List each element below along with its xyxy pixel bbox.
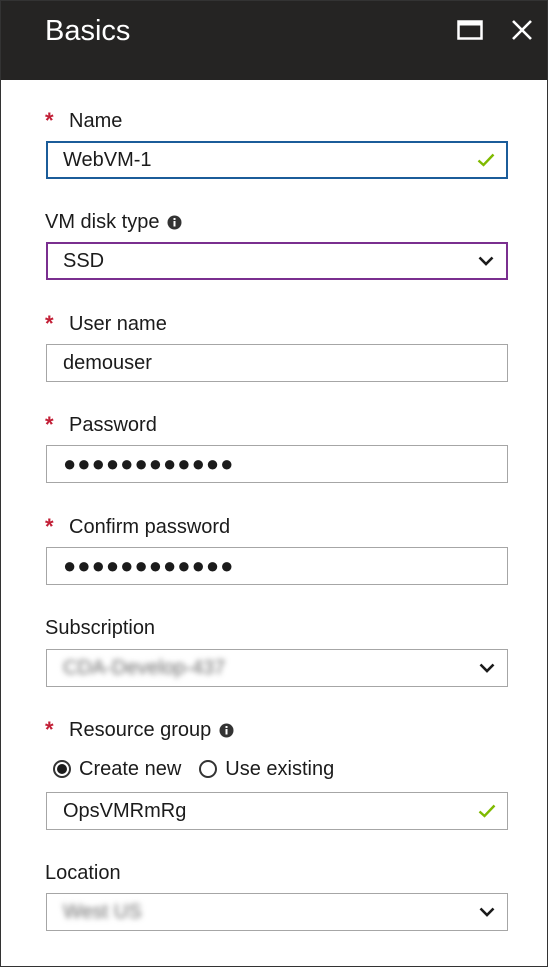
password-label: * Password [45,413,157,437]
resource-group-label: * Resource group [45,718,234,742]
blade-header: Basics [1,1,547,80]
radio-use-existing[interactable]: Use existing [199,758,334,781]
radio-use-existing-label: Use existing [225,757,335,780]
password-value: ●●●●●●●●●●●● [63,451,235,476]
resource-group-input[interactable]: OpsVMRmRg [46,792,508,830]
location-select[interactable]: West US [46,893,508,931]
confirm-password-input[interactable]: ●●●●●●●●●●●● [46,547,508,585]
disk-type-label: VM disk type [45,210,182,234]
required-star: * [45,108,54,133]
name-valid [466,143,506,177]
basics-blade: Basics * Name WebVM-1 VM disk type SSD *… [0,0,548,967]
resource-group-valid [467,793,507,829]
resource-group-options: Create new Use existing [53,756,352,782]
chevron-down-icon [467,650,507,686]
name-input[interactable]: WebVM-1 [46,141,508,179]
resource-group-label-text: Resource group [69,719,212,741]
location-label-text: Location [45,862,121,884]
resource-group-value: OpsVMRmRg [63,799,187,822]
location-label: Location [45,861,121,885]
chevron-down-icon [467,894,507,930]
checkmark-icon [478,804,496,818]
name-label-text: Name [69,110,123,132]
info-icon[interactable] [219,723,234,738]
password-input[interactable]: ●●●●●●●●●●●● [46,445,508,483]
name-label: * Name [45,109,122,133]
password-label-text: Password [69,414,157,436]
checkmark-icon [477,153,495,167]
disk-type-select[interactable]: SSD [46,242,508,280]
user-name-label: * User name [45,312,167,336]
user-name-label-text: User name [69,313,167,335]
close-button[interactable] [507,15,537,45]
location-value: West US [63,900,142,923]
confirm-password-value: ●●●●●●●●●●●● [63,553,235,578]
disk-type-label-text: VM disk type [45,211,160,233]
subscription-value: CDA-Develop-437 [63,656,226,679]
close-icon [512,20,532,40]
chevron-down-icon [466,244,506,278]
subscription-select[interactable]: CDA-Develop-437 [46,649,508,687]
user-name-value: demouser [63,351,152,374]
radio-unselected-icon [199,760,218,778]
required-star: * [45,514,54,539]
required-star: * [45,717,54,742]
confirm-password-label: * Confirm password [45,515,230,539]
radio-selected-icon [53,760,71,778]
maximize-button[interactable] [455,15,485,45]
subscription-label: Subscription [45,616,155,640]
maximize-icon [457,20,483,40]
blade-title: Basics [45,15,131,47]
name-input-value: WebVM-1 [63,148,152,171]
required-star: * [45,412,54,437]
user-name-input[interactable]: demouser [46,344,508,382]
radio-create-new[interactable]: Create new [53,758,181,781]
subscription-label-text: Subscription [45,617,156,639]
info-icon[interactable] [167,215,182,230]
confirm-password-label-text: Confirm password [69,516,231,538]
radio-create-new-label: Create new [79,757,182,780]
disk-type-value: SSD [63,249,105,272]
required-star: * [45,311,54,336]
